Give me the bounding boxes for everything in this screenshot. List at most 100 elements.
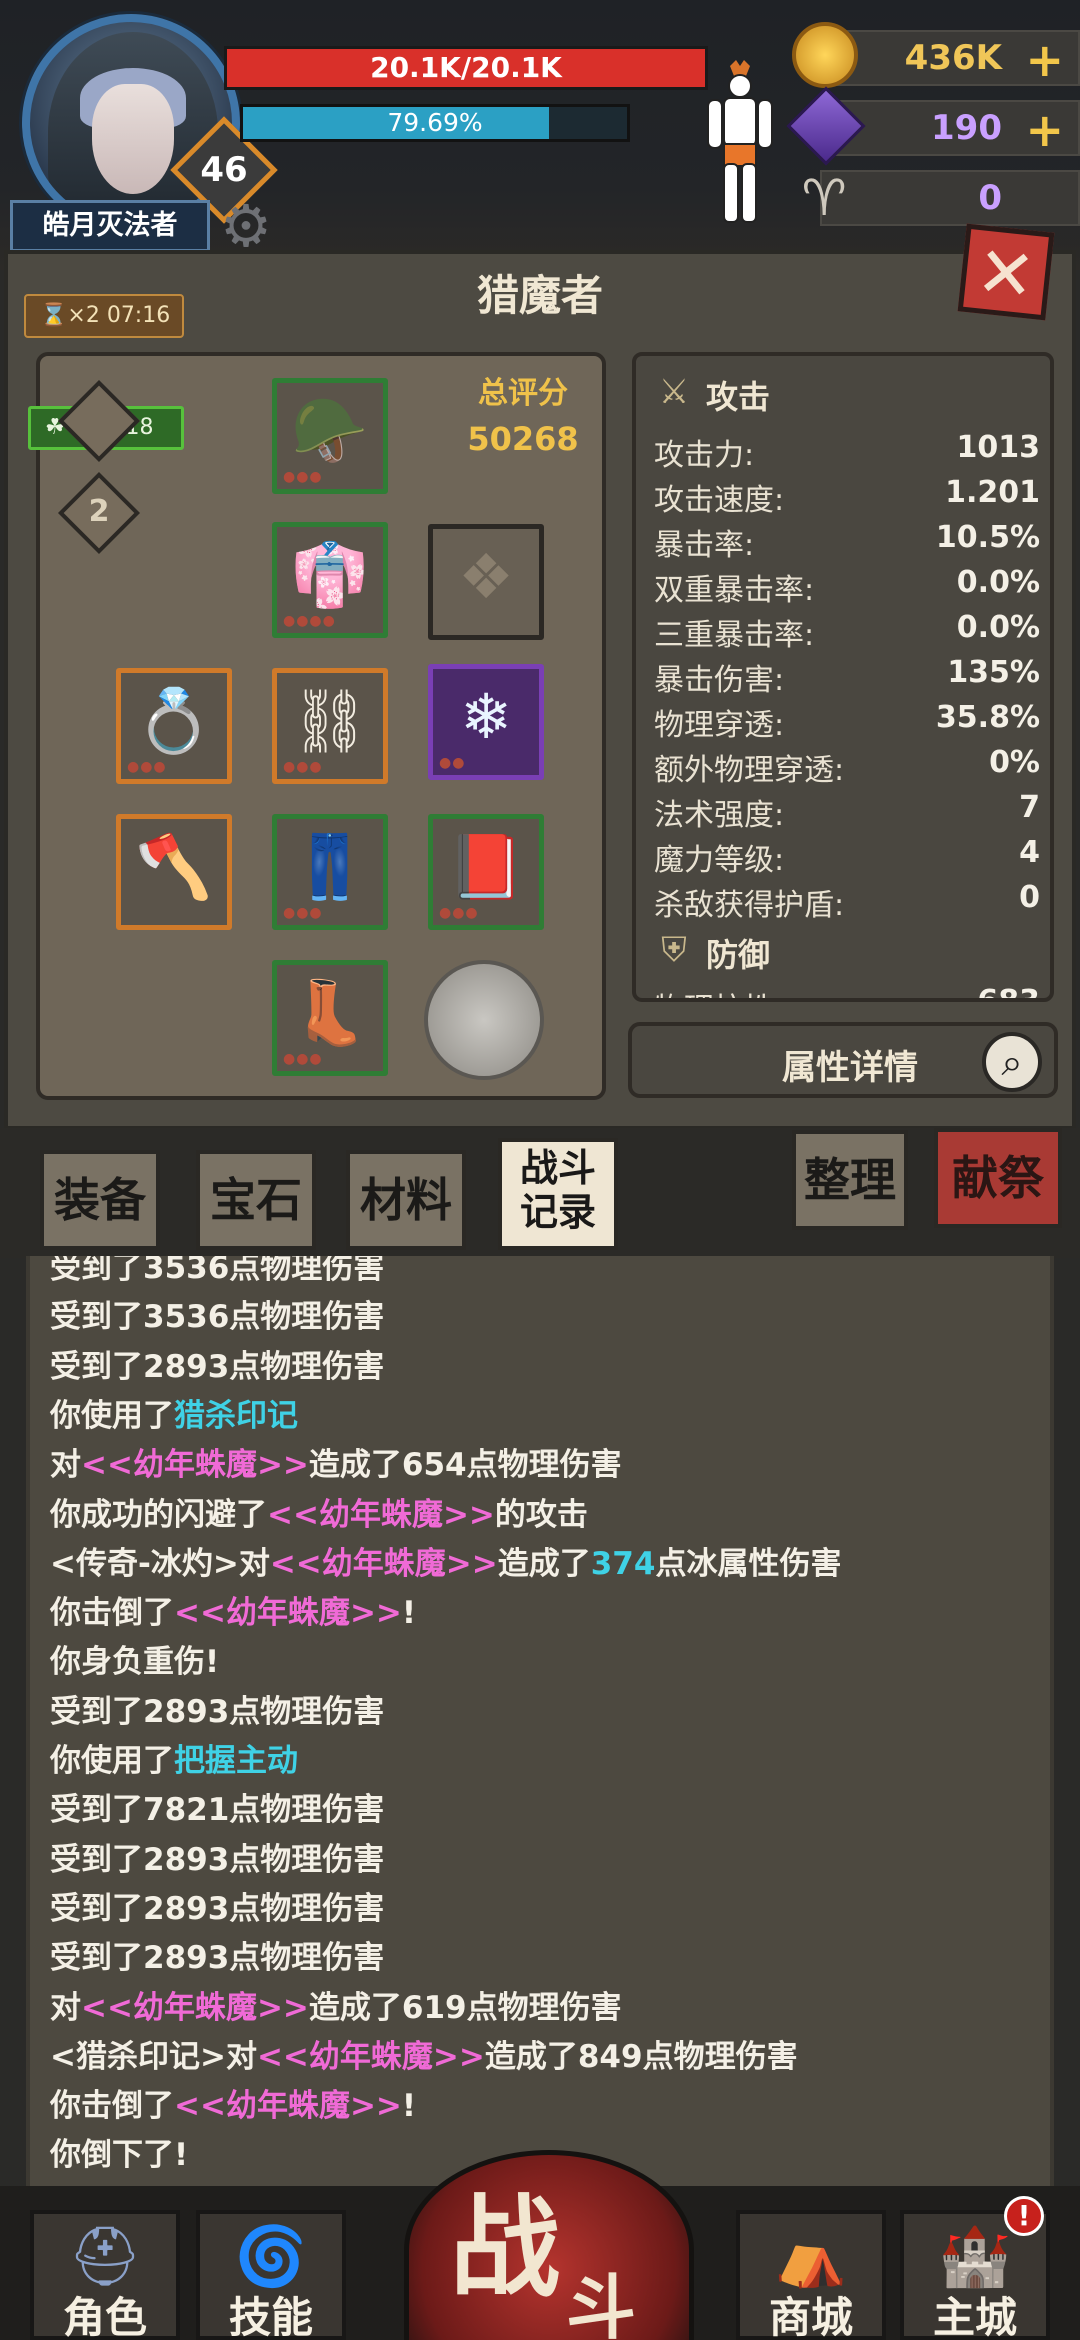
nav-character[interactable]: ⛑ 角色 — [30, 2210, 180, 2340]
log-line: 受到了2893点物理伤害 — [50, 1686, 1040, 1736]
robe-armor-icon: 👘 — [291, 538, 369, 611]
sort-button[interactable]: 整理 — [792, 1130, 908, 1230]
slot-necklace[interactable]: ❄ ●● — [428, 664, 544, 780]
gold-amount: 436K — [904, 38, 1002, 78]
log-text: 受到了2893点物理伤害 — [50, 1693, 385, 1730]
battle-label-1: 战 — [450, 2184, 560, 2312]
log-line: 你成功的闪避了<<幼年蛛魔>>的攻击 — [50, 1489, 1040, 1539]
log-text: 受到了3536点物理伤害 — [50, 1256, 385, 1286]
double-timer-badge: ⌛×2 07:16 — [24, 294, 184, 338]
nav-shop[interactable]: ⛺ 商城 — [736, 2210, 886, 2340]
tier-2-label: 2 — [88, 494, 110, 529]
log-text: 造成了619点物理伤害 — [308, 1989, 622, 2026]
stat-row: 杀敌获得护盾: 0 — [654, 880, 1040, 923]
log-line: 受到了2893点物理伤害 — [50, 1834, 1040, 1884]
log-text: 你身负重伤! — [50, 1644, 220, 1681]
tab-battle-log-line2: 记录 — [519, 1190, 596, 1234]
character-silhouette-icon[interactable] — [700, 60, 780, 230]
slot-belt[interactable]: ⛓ ●●● — [272, 668, 388, 784]
slot-locked[interactable]: ❖ — [428, 524, 544, 640]
slot-boots[interactable]: 👢 ●●● — [272, 960, 388, 1076]
log-line: 受到了2893点物理伤害 — [50, 1341, 1040, 1391]
stat-row: 魔力等级: 4 — [654, 835, 1040, 878]
log-text: <猎杀印记>对 — [50, 2038, 257, 2075]
log-text: 受到了2893点物理伤害 — [50, 1940, 385, 1977]
horn-counter: 0 — [820, 170, 1080, 226]
log-line: 你击倒了<<幼年蛛魔>>! — [50, 2080, 1040, 2130]
log-line: <猎杀印记>对<<幼年蛛魔>>造成了849点物理伤害 — [50, 2031, 1040, 2081]
log-line: 受到了2893点物理伤害 — [50, 1932, 1040, 1982]
slot-helmet[interactable]: 🪖 ●●● — [272, 378, 388, 494]
helmet-icon: ⛑ — [68, 2222, 142, 2290]
log-text: 受到了7821点物理伤害 — [50, 1792, 385, 1829]
attribute-details-label: 属性详情 — [782, 1048, 918, 1088]
log-line: 你身负重伤! — [50, 1636, 1040, 1686]
swirl-icon: 🌀 — [234, 2222, 308, 2290]
add-gold-button[interactable]: + — [1025, 32, 1064, 88]
tab-equipment[interactable]: 装备 — [40, 1150, 160, 1250]
stat-row: 双重暴击率: 0.0% — [654, 565, 1040, 608]
slot-ring[interactable]: 💍 ●●● — [116, 668, 232, 784]
swords-icon: ⚔ — [658, 372, 690, 412]
log-highlight: <<幼年蛛魔>> — [269, 1545, 498, 1582]
log-line: <传奇-冰灼>对<<幼年蛛魔>>造成了374点冰属性伤害 — [50, 1538, 1040, 1588]
log-text: 对 — [50, 1447, 81, 1484]
slot-offhand[interactable]: 📕 ●●● — [428, 814, 544, 930]
stat-row: 攻击速度: 1.201 — [654, 475, 1040, 518]
log-line: 受到了2893点物理伤害 — [50, 1883, 1040, 1933]
sacrifice-button[interactable]: 献祭 — [934, 1128, 1062, 1228]
log-highlight: 374 — [590, 1545, 656, 1582]
slot-weapon[interactable]: 🪓 — [116, 814, 232, 930]
locked-slot-icon: ❖ — [458, 540, 514, 613]
log-text: 造成了 — [497, 1545, 591, 1582]
tab-materials[interactable]: 材料 — [346, 1150, 466, 1250]
log-highlight: <<幼年蛛魔>> — [174, 1595, 402, 1632]
add-gem-button[interactable]: + — [1025, 102, 1064, 158]
tab-gems[interactable]: 宝石 — [196, 1150, 316, 1250]
log-text: 对 — [50, 1989, 81, 2026]
slot-armor[interactable]: 👘 ●●●● — [272, 522, 388, 638]
log-highlight: 猎杀印记 — [174, 1397, 298, 1434]
bandage-helmet-icon: 🪖 — [291, 394, 369, 467]
tab-battle-log[interactable]: 战斗 记录 — [498, 1138, 618, 1250]
gear-icon[interactable]: ⚙ — [220, 196, 280, 256]
log-text: <传奇-冰灼>对 — [50, 1545, 270, 1582]
stat-row: 额外物理穿透: 0% — [654, 745, 1040, 788]
log-text: 点冰属性伤害 — [655, 1545, 842, 1582]
log-text: 受到了3536点物理伤害 — [50, 1299, 385, 1336]
log-text: 你击倒了 — [50, 2088, 174, 2125]
nav-character-label: 角色 — [62, 2293, 147, 2340]
log-text: 你成功的闪避了 — [50, 1496, 267, 1533]
nav-skills-label: 技能 — [228, 2293, 313, 2340]
stat-row: 暴击伤害: 135% — [654, 655, 1040, 698]
bandage-pants-icon: 👖 — [291, 830, 369, 903]
gem-amount: 190 — [931, 108, 1002, 148]
log-highlight: <<幼年蛛魔>> — [256, 2038, 485, 2075]
log-line: 你使用了把握主动 — [50, 1735, 1040, 1785]
stat-row: 攻击力: 1013 — [654, 430, 1040, 473]
wax-seal-icon[interactable] — [424, 960, 544, 1080]
log-text: 受到了2893点物理伤害 — [50, 1348, 385, 1385]
panel-title: 猎魔者 — [476, 271, 603, 320]
attribute-details-button[interactable]: 属性详情 ⌕ — [628, 1022, 1058, 1098]
stat-row: 法术强度: 7 — [654, 790, 1040, 833]
axe-weapon-icon: 🪓 — [135, 830, 213, 903]
battle-log[interactable]: 受到了3536点物理伤害 受到了3536点物理伤害 受到了2893点物理伤害 你使用了… — [26, 1256, 1054, 2186]
attack-header: 攻击 — [706, 378, 771, 416]
search-icon: ⌕ — [982, 1032, 1042, 1092]
log-text: 的攻击 — [494, 1496, 588, 1533]
log-text: 你使用了 — [50, 1743, 174, 1779]
nav-skills[interactable]: 🌀 技能 — [196, 2210, 346, 2340]
log-line: 受到了3536点物理伤害 — [50, 1256, 1040, 1292]
close-button[interactable]: ✕ — [957, 223, 1055, 321]
log-text: 造成了654点物理伤害 — [308, 1447, 622, 1484]
shop-tent-icon: ⛺ — [774, 2222, 848, 2290]
stat-row: 三重暴击率: 0.0% — [654, 610, 1040, 653]
spellbook-icon: 📕 — [447, 830, 525, 903]
log-line: 受到了3536点物理伤害 — [50, 1291, 1040, 1341]
score-value: 50268 — [467, 420, 579, 458]
log-line: 对<<幼年蛛魔>>造成了619点物理伤害 — [50, 1982, 1040, 2032]
slot-pants[interactable]: 👖 ●●● — [272, 814, 388, 930]
notification-badge: ! — [1004, 2196, 1044, 2236]
defense-header: 防御 — [706, 936, 771, 974]
